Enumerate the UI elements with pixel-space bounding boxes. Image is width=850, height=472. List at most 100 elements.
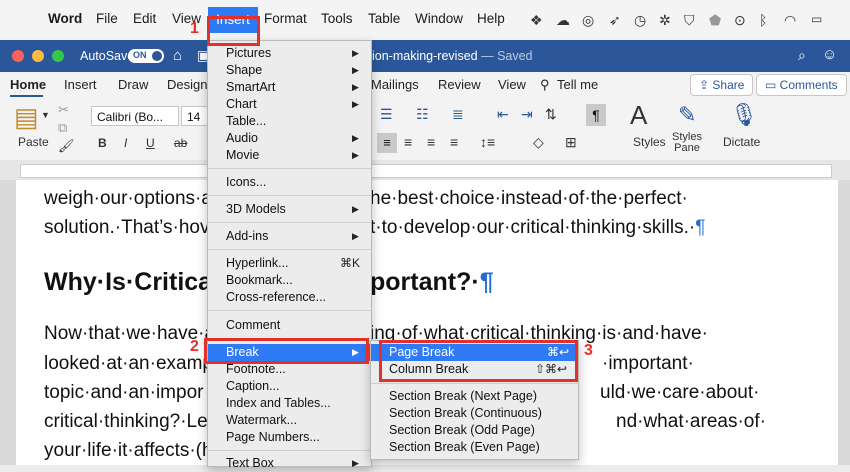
menu-separator xyxy=(208,222,371,223)
close-window-button[interactable] xyxy=(12,50,24,62)
horizontal-ruler[interactable] xyxy=(0,160,850,181)
font-name-combo[interactable]: Calibri (Bo... xyxy=(91,106,179,126)
menu-item-page-numbers[interactable]: Page Numbers... xyxy=(226,429,320,446)
menu-item-pictures[interactable]: Pictures xyxy=(226,45,271,62)
menu-item-text-box[interactable]: Text Box xyxy=(226,455,274,472)
tab-mailings[interactable]: Mailings xyxy=(371,77,419,92)
cut-icon[interactable]: ✂ xyxy=(58,102,69,118)
copy-icon[interactable]: ⧉ xyxy=(58,120,67,136)
menu-item-audio[interactable]: Audio xyxy=(226,130,258,147)
menu-help[interactable]: Help xyxy=(477,11,505,26)
borders-icon[interactable]: ⊞ xyxy=(565,134,577,151)
dropbox-icon[interactable]: ❖ xyxy=(530,12,543,29)
menu-item-add-ins[interactable]: Add-ins xyxy=(226,228,268,245)
menu-item-movie[interactable]: Movie xyxy=(226,147,259,164)
creative-cloud-icon[interactable]: ◎ xyxy=(582,12,594,29)
menu-item-icons[interactable]: Icons... xyxy=(226,174,266,191)
tab-insert[interactable]: Insert xyxy=(64,77,97,92)
vpn-shield-icon[interactable]: ⬟ xyxy=(709,12,721,29)
menu-item-chart[interactable]: Chart xyxy=(226,96,257,113)
decrease-indent-icon[interactable]: ⇤ xyxy=(497,106,509,123)
tab-view[interactable]: View xyxy=(498,77,526,92)
shield-icon[interactable]: ⛉ xyxy=(684,12,695,29)
align-left-icon[interactable]: ≡ xyxy=(377,133,397,153)
menu-tools[interactable]: Tools xyxy=(321,11,353,26)
comments-label: Comments xyxy=(779,78,838,92)
hyperlink-shortcut: ⌘K xyxy=(340,256,361,270)
multilevel-list-icon[interactable]: ≣ xyxy=(452,106,464,123)
menu-format[interactable]: Format xyxy=(264,11,307,26)
password-manager-icon[interactable]: ⊙ xyxy=(734,12,746,29)
annotation-box-break xyxy=(204,338,369,364)
zoom-window-button[interactable] xyxy=(52,50,64,62)
bullets-icon[interactable]: ☰ xyxy=(380,106,393,123)
share-button[interactable]: ⇪ Share xyxy=(690,74,754,96)
menu-item-table[interactable]: Table... xyxy=(226,113,266,130)
autosave-toggle[interactable]: ON xyxy=(128,49,164,63)
styles-icon[interactable]: A xyxy=(630,100,647,131)
account-icon[interactable]: ☺ xyxy=(822,46,837,63)
menu-file[interactable]: File xyxy=(96,11,118,26)
align-right-icon[interactable]: ≡ xyxy=(427,134,435,150)
tab-home[interactable]: Home xyxy=(10,77,46,92)
justify-icon[interactable]: ≡ xyxy=(450,134,458,150)
menu-item-index-and-tables[interactable]: Index and Tables... xyxy=(226,395,331,412)
menu-window[interactable]: Window xyxy=(415,11,463,26)
menu-item-hyperlink[interactable]: Hyperlink... xyxy=(226,255,289,272)
font-size-combo[interactable]: 14 xyxy=(181,106,209,126)
menu-edit[interactable]: Edit xyxy=(133,11,156,26)
menu-item-watermark[interactable]: Watermark... xyxy=(226,412,297,429)
line-spacing-icon[interactable]: ↕≡ xyxy=(480,134,495,150)
submenu-item-section-next-page[interactable]: Section Break (Next Page) xyxy=(389,388,537,405)
italic-button[interactable]: I xyxy=(124,136,127,150)
menu-item-comment[interactable]: Comment xyxy=(226,317,280,334)
cloud-sync-icon[interactable]: ☁ xyxy=(556,12,570,29)
styles-pane-icon[interactable]: ✎ xyxy=(678,102,696,128)
menu-app-word[interactable]: Word xyxy=(48,11,82,26)
wifi-icon[interactable]: ◠ xyxy=(784,12,796,29)
underline-button[interactable]: U xyxy=(146,136,155,150)
time-machine-icon[interactable]: ◷ xyxy=(634,12,646,29)
step-number-3: 3 xyxy=(584,342,593,359)
styles-pane-label: Styles Pane xyxy=(672,132,702,154)
snowflake-icon[interactable]: ✲ xyxy=(659,12,671,29)
tell-me-field[interactable]: Tell me xyxy=(557,77,598,92)
menu-item-smartart[interactable]: SmartArt xyxy=(226,79,275,96)
bold-button[interactable]: B xyxy=(98,136,107,150)
submenu-arrow-icon: ▶ xyxy=(352,65,359,75)
submenu-item-section-odd-page[interactable]: Section Break (Odd Page) xyxy=(389,422,535,439)
strikethrough-icon[interactable]: ab xyxy=(174,136,187,150)
search-icon[interactable]: ⌕ xyxy=(798,47,806,64)
menu-table[interactable]: Table xyxy=(368,11,400,26)
submenu-item-section-even-page[interactable]: Section Break (Even Page) xyxy=(389,439,540,456)
comments-button[interactable]: ▭ Comments xyxy=(756,74,847,96)
minimize-window-button[interactable] xyxy=(32,50,44,62)
menu-item-shape[interactable]: Shape xyxy=(226,62,262,79)
increase-indent-icon[interactable]: ⇥ xyxy=(521,106,533,123)
align-center-icon[interactable]: ≡ xyxy=(404,134,412,150)
show-formatting-icon[interactable]: ¶ xyxy=(586,104,606,126)
battery-icon[interactable]: ▭ xyxy=(811,12,822,26)
menu-item-3d-models[interactable]: 3D Models xyxy=(226,201,286,218)
numbering-icon[interactable]: ☷ xyxy=(416,106,429,123)
tab-review[interactable]: Review xyxy=(438,77,481,92)
menu-separator xyxy=(208,249,371,250)
microphone-icon[interactable]: 🎙 xyxy=(730,102,758,128)
menu-item-cross-reference[interactable]: Cross-reference... xyxy=(226,289,326,306)
rocket-icon[interactable]: ➶ xyxy=(609,12,621,29)
submenu-item-section-continuous[interactable]: Section Break (Continuous) xyxy=(389,405,542,422)
share-label: Share xyxy=(712,78,745,92)
bluetooth-icon[interactable]: ᛒ xyxy=(759,12,767,28)
paste-icon[interactable]: ▤ xyxy=(14,102,39,133)
tab-design[interactable]: Design xyxy=(167,77,207,92)
paste-dropdown-icon[interactable]: ▼ xyxy=(41,110,50,120)
menu-item-caption[interactable]: Caption... xyxy=(226,378,280,395)
home-icon[interactable]: ⌂ xyxy=(173,47,182,64)
shading-icon[interactable]: ◇ xyxy=(533,134,544,151)
sort-icon[interactable]: ⇅ xyxy=(545,106,557,123)
tab-draw[interactable]: Draw xyxy=(118,77,148,92)
format-painter-icon[interactable]: 🖌 xyxy=(58,138,75,154)
menu-item-bookmark[interactable]: Bookmark... xyxy=(226,272,293,289)
ruler-track xyxy=(20,164,832,178)
submenu-arrow-icon: ▶ xyxy=(352,82,359,92)
